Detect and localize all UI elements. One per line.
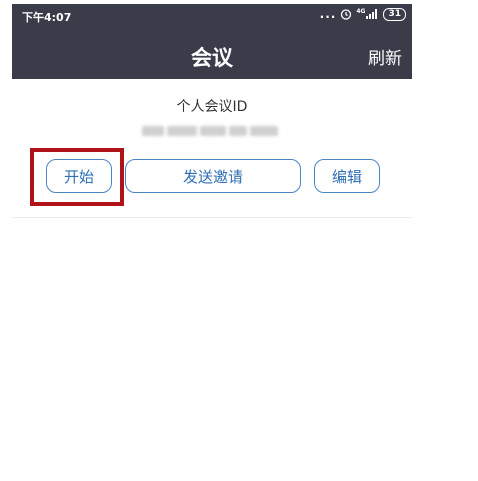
header: 下午4:07 ... 4G 31 会议 刷新 xyxy=(12,4,412,79)
phone-screen: 下午4:07 ... 4G 31 会议 刷新 个人会议ID 开始 发送邀请 编辑 xyxy=(12,4,412,220)
send-invitation-button[interactable]: 发送邀请 xyxy=(125,159,301,193)
refresh-button[interactable]: 刷新 xyxy=(368,44,402,69)
personal-meeting-id-label: 个人会议ID xyxy=(176,99,248,115)
blurred-segment xyxy=(250,126,278,136)
status-icons: ... 4G 31 xyxy=(320,7,406,21)
blurred-segment xyxy=(229,126,247,136)
page-title: 会议 xyxy=(191,46,233,70)
network-indicator: 4G xyxy=(356,8,379,19)
more-dots-icon: ... xyxy=(319,7,337,21)
nav-bar: 会议 刷新 xyxy=(12,26,412,79)
blurred-segment xyxy=(142,126,164,136)
blurred-segment xyxy=(167,126,197,136)
page: 下午4:07 ... 4G 31 会议 刷新 个人会议ID 开始 发送邀请 编辑 xyxy=(0,0,478,481)
status-bar: 下午4:07 ... 4G 31 xyxy=(12,4,412,26)
blurred-segment xyxy=(200,126,226,136)
alarm-icon xyxy=(341,9,352,20)
status-time: 下午4:07 xyxy=(22,11,72,24)
edit-button[interactable]: 编辑 xyxy=(314,159,380,193)
network-label: 4G xyxy=(356,8,366,15)
battery-icon: 31 xyxy=(383,7,406,21)
personal-meeting-id-value-blurred xyxy=(142,123,282,139)
divider xyxy=(12,217,412,218)
signal-icon xyxy=(366,9,378,19)
highlight-annotation-box xyxy=(30,148,124,206)
